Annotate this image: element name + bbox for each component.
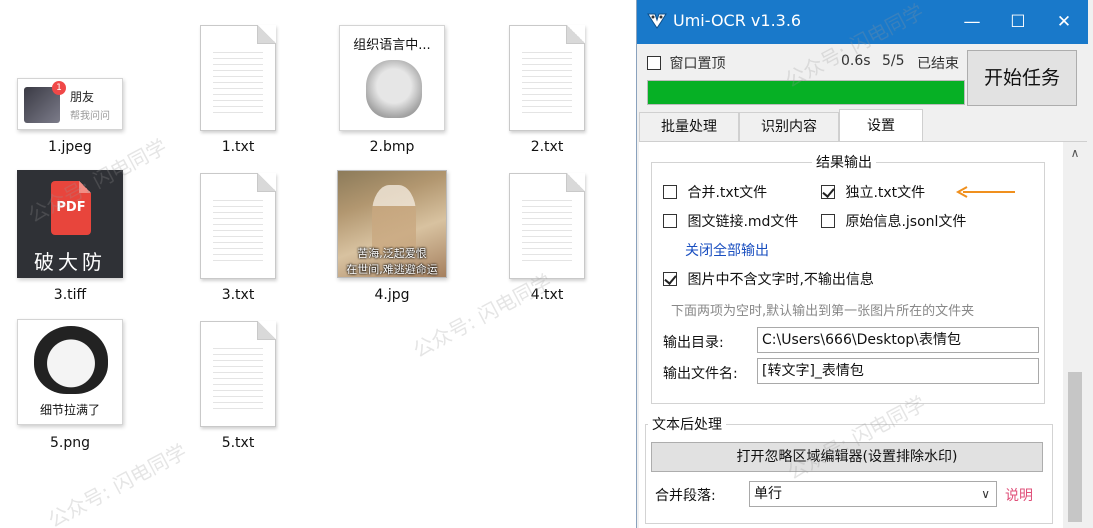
tab-results[interactable]: 识别内容 [739,112,839,141]
umi-ocr-window: Umi-OCR v1.3.6 — ☐ ✕ 窗口置顶 0.6s 5/5 已结束 开… [636,0,1093,528]
pin-window-label: 窗口置顶 [669,56,726,72]
output-dir-label: 输出目录: [663,335,724,351]
file-name: 5.png [49,435,90,451]
arrow-left-icon [955,186,1015,198]
title-bar[interactable]: Umi-OCR v1.3.6 — ☐ ✕ [637,0,1088,44]
image-thumbnail: 细节拉满了 [17,319,123,425]
file-name: 4.jpg [374,287,410,303]
tab-bar: 批量处理 识别内容 设置 [637,109,1088,142]
chevron-down-icon: ∨ [981,487,990,501]
merged-txt-option[interactable]: 合并.txt文件 [663,182,767,202]
progress-bar-fill [648,81,964,104]
chevron-up-icon[interactable]: ∧ [1063,142,1087,164]
ignore-area-editor-button[interactable]: 打开忽略区域编辑器(设置排除水印) [651,442,1043,472]
thumbnail-subtitle: 在世间,难逃避命运 [346,263,438,276]
text-file-icon [200,321,276,427]
text-file-icon [509,173,585,279]
jsonl-option[interactable]: 原始信息.jsonl文件 [821,211,966,231]
settings-panel: 结果输出 合并.txt文件 独立.txt文件 图文链接.md文件 原始信息.js… [639,141,1087,528]
image-thumbnail: 苦海,泛起爱恨 在世间,难逃避命运 [337,170,447,278]
scrollbar-thumb[interactable] [1068,372,1082,522]
close-button[interactable]: ✕ [1041,8,1087,36]
file-item[interactable]: 苦海,泛起爱恨 在世间,难逃避命运 4.jpg [332,0,452,310]
group-title: 结果输出 [816,155,872,171]
progress-bar [647,80,965,105]
file-explorer: 1 朋友 帮我问问 1.jpeg 1.txt 组织语言中... 2.bmp 2.… [0,0,636,528]
close-all-output-link[interactable]: 关闭全部输出 [685,240,769,260]
thumbnail-subtitle: 苦海,泛起爱恨 [357,247,427,260]
app-logo-icon [647,13,667,29]
output-dir-input[interactable]: C:\Users\666\Desktop\表情包 [757,327,1039,353]
explain-link[interactable]: 说明 [1005,485,1033,505]
minimize-button[interactable]: — [949,8,995,36]
merge-paragraph-label: 合并段落: [655,488,716,504]
checkbox-checked-icon[interactable] [663,272,677,286]
option-label: 图片中不含文字时,不输出信息 [687,272,874,288]
merge-paragraph-select[interactable]: 单行 ∨ [749,481,997,507]
skip-empty-option[interactable]: 图片中不含文字时,不输出信息 [663,269,874,289]
file-item[interactable]: 5.txt [178,0,298,460]
option-label: 原始信息.jsonl文件 [845,214,967,230]
checkbox-checked-icon[interactable] [821,185,835,199]
option-label: 独立.txt文件 [845,185,926,201]
thumbnail-text: 细节拉满了 [39,403,100,417]
file-name: 5.txt [221,435,255,451]
checkbox-icon[interactable] [663,214,677,228]
file-name: 4.txt [530,287,564,303]
group-title: 文本后处理 [652,417,722,433]
maximize-button[interactable]: ☐ [995,8,1041,36]
task-status: 已结束 [917,56,959,72]
checkbox-icon[interactable] [821,214,835,228]
option-label: 图文链接.md文件 [687,214,799,230]
file-item[interactable]: 4.txt [487,0,607,310]
vertical-scrollbar[interactable]: ∧ [1063,142,1087,528]
progress-count: 5/5 [882,53,905,69]
option-label: 合并.txt文件 [687,185,768,201]
panda-meme-image [34,326,108,394]
window-title: Umi-OCR v1.3.6 [673,11,802,30]
checkbox-icon[interactable] [647,56,661,70]
output-name-label: 输出文件名: [663,366,738,382]
select-value: 单行 [754,486,782,502]
output-name-input[interactable]: [转文字]_表情包 [757,358,1039,384]
file-item[interactable]: 细节拉满了 5.png [10,0,130,460]
elapsed-time: 0.6s [841,53,871,69]
md-link-option[interactable]: 图文链接.md文件 [663,211,798,231]
checkbox-icon[interactable] [663,185,677,199]
tab-settings[interactable]: 设置 [839,109,923,142]
separate-txt-option[interactable]: 独立.txt文件 [821,182,925,202]
output-hint: 下面两项为空时,默认输出到第一张图片所在的文件夹 [671,304,975,319]
start-task-button[interactable]: 开始任务 [967,50,1077,106]
pin-window-toggle[interactable]: 窗口置顶 [647,53,725,73]
tab-batch[interactable]: 批量处理 [639,112,739,141]
